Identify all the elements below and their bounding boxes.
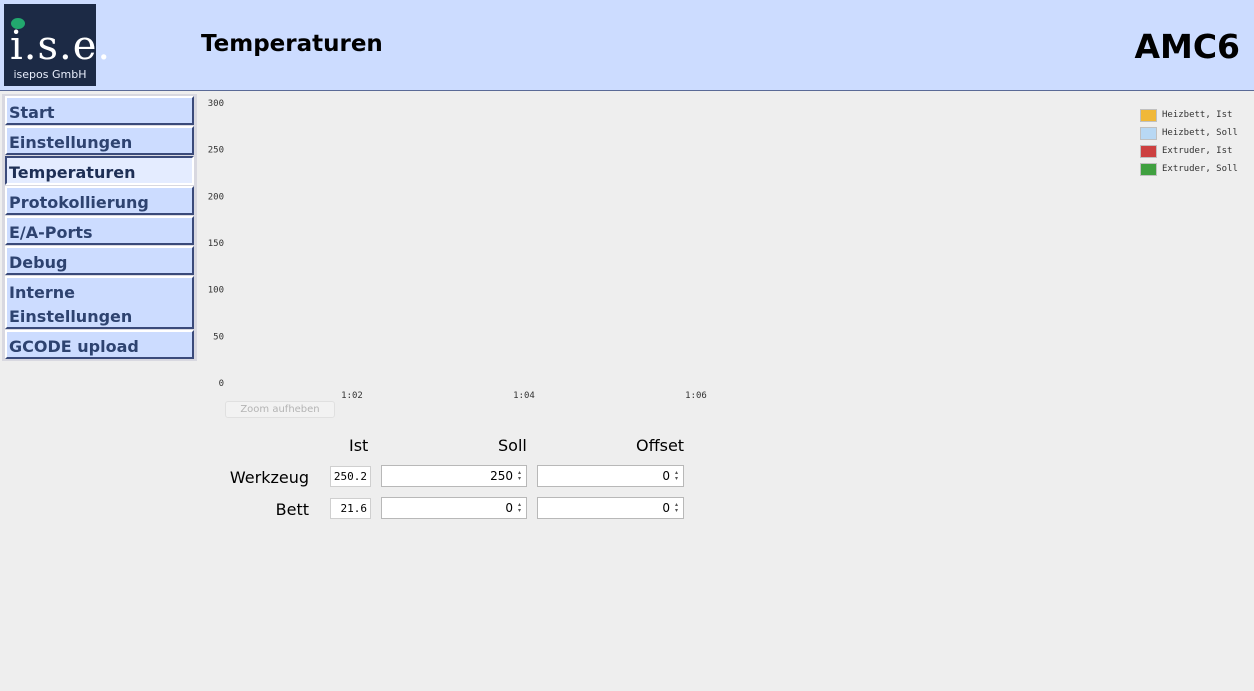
werkzeug-soll-input[interactable]: 250 ▴ ▾	[381, 465, 527, 487]
column-header-ist: Ist	[349, 436, 369, 455]
zoom-reset-button[interactable]: Zoom aufheben	[225, 401, 335, 418]
y-tick-label: 300	[208, 99, 224, 109]
legend-swatch	[1140, 108, 1157, 122]
chart-legend: Heizbett, Ist Heizbett, Soll Extruder, Ist…	[1140, 106, 1238, 178]
column-header-soll: Soll	[498, 436, 527, 455]
werkzeug-soll-value: 250	[490, 469, 513, 483]
nav-item-interne-einstellungen[interactable]: Interne Einstellungen	[5, 276, 194, 329]
spinner-icon[interactable]: ▴ ▾	[673, 470, 680, 482]
temperature-chart[interactable]: 300 250 200 150 100 50 0 1:02 1:04 1:06	[198, 94, 1254, 414]
legend-item: Extruder, Soll	[1140, 160, 1238, 178]
nav-item-einstellungen[interactable]: Einstellungen	[5, 126, 194, 155]
row-label-bett: Bett	[275, 500, 309, 519]
page-title: Temperaturen	[201, 31, 383, 57]
bett-offset-input[interactable]: 0 ▴ ▾	[537, 497, 684, 519]
logo-company-name: isepos GmbH	[13, 68, 87, 81]
sidebar-nav: Start Einstellungen Temperaturen Protoko…	[2, 94, 197, 361]
bett-soll-input[interactable]: 0 ▴ ▾	[381, 497, 527, 519]
y-tick-label: 150	[208, 239, 224, 249]
y-tick-label: 250	[208, 146, 224, 156]
nav-item-temperaturen[interactable]: Temperaturen	[5, 156, 194, 185]
y-tick-label: 100	[208, 286, 224, 296]
bett-offset-value: 0	[662, 501, 670, 515]
werkzeug-offset-input[interactable]: 0 ▴ ▾	[537, 465, 684, 487]
x-tick-label: 1:04	[513, 391, 535, 401]
legend-item: Heizbett, Ist	[1140, 106, 1238, 124]
legend-label: Extruder, Ist	[1162, 146, 1233, 156]
company-logo: i.s.e. isepos GmbH	[4, 4, 110, 86]
x-tick-label: 1:02	[341, 391, 363, 401]
spinner-icon[interactable]: ▴ ▾	[516, 470, 523, 482]
spinner-icon[interactable]: ▴ ▾	[673, 502, 680, 514]
legend-swatch	[1140, 144, 1157, 158]
bett-soll-value: 0	[505, 501, 513, 515]
nav-item-ea-ports[interactable]: E/A-Ports	[5, 216, 194, 245]
legend-label: Extruder, Soll	[1162, 164, 1238, 174]
y-tick-label: 50	[213, 332, 224, 342]
device-name: AMC6	[1134, 27, 1240, 66]
column-header-offset: Offset	[636, 436, 685, 455]
legend-label: Heizbett, Ist	[1162, 110, 1233, 120]
logo-mark: i.s.e.	[10, 23, 112, 69]
bett-ist-value: 21.6	[330, 498, 371, 519]
werkzeug-ist-value: 250.2	[330, 466, 371, 487]
header-bar: i.s.e. isepos GmbH Temperaturen AMC6	[0, 0, 1254, 91]
werkzeug-offset-value: 0	[662, 469, 670, 483]
nav-item-start[interactable]: Start	[5, 96, 194, 125]
spinner-icon[interactable]: ▴ ▾	[516, 502, 523, 514]
row-label-werkzeug: Werkzeug	[229, 468, 309, 487]
x-tick-label: 1:06	[685, 391, 707, 401]
legend-item: Extruder, Ist	[1140, 142, 1238, 160]
legend-item: Heizbett, Soll	[1140, 124, 1238, 142]
y-tick-label: 200	[208, 192, 224, 202]
legend-label: Heizbett, Soll	[1162, 128, 1238, 138]
nav-item-debug[interactable]: Debug	[5, 246, 194, 275]
legend-swatch	[1140, 126, 1157, 140]
y-tick-label: 0	[219, 379, 224, 389]
legend-swatch	[1140, 162, 1157, 176]
nav-item-protokollierung[interactable]: Protokollierung	[5, 186, 194, 215]
nav-item-gcode-upload[interactable]: GCODE upload	[5, 330, 194, 359]
